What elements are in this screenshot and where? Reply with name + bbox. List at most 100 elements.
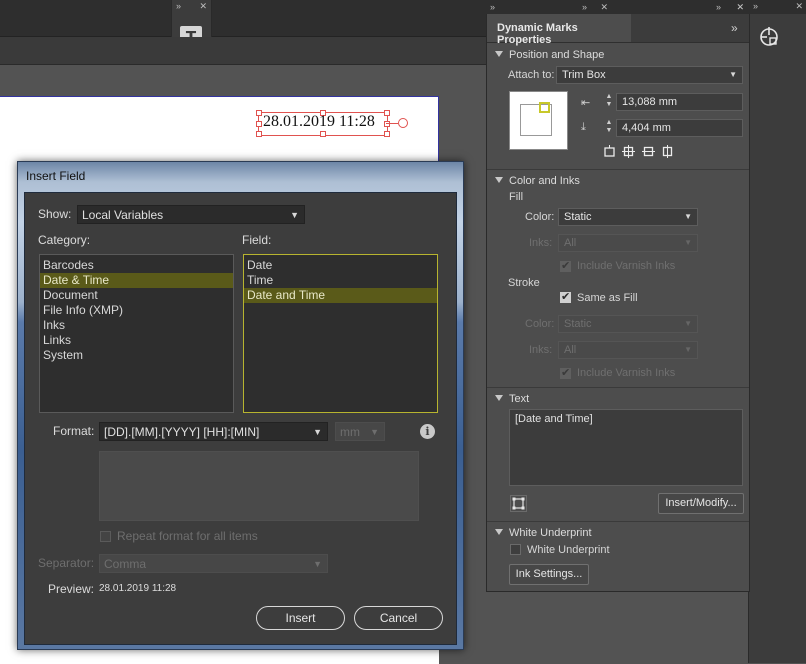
separator-select[interactable]: Comma ▼ bbox=[99, 554, 328, 573]
insert-button[interactable]: Insert bbox=[256, 606, 345, 630]
collapse-icon[interactable]: » bbox=[753, 0, 758, 12]
panel-menu-icon[interactable]: » bbox=[731, 21, 738, 35]
close-icon[interactable]: ✕ bbox=[736, 0, 744, 14]
white-underprint-checkbox[interactable] bbox=[510, 544, 521, 555]
format-select-value: [DD].[MM].[YYYY] [HH]:[MIN] bbox=[104, 425, 260, 439]
vertical-offset-icon: ⤓ bbox=[581, 121, 586, 133]
section-divider bbox=[487, 169, 749, 170]
attach-to-select[interactable]: Trim Box ▼ bbox=[556, 66, 743, 84]
fill-inks-value: All bbox=[564, 237, 577, 249]
align-middle-icon[interactable] bbox=[642, 145, 655, 158]
collapse-icon[interactable]: » bbox=[490, 0, 495, 14]
collapse-icon[interactable]: » bbox=[582, 0, 587, 14]
x-offset-stepper[interactable]: ▲ ▼ bbox=[604, 93, 614, 111]
ink-settings-button[interactable]: Ink Settings... bbox=[509, 564, 589, 585]
chevron-down-icon: ▼ bbox=[290, 210, 299, 220]
unit-select-value: mm bbox=[340, 425, 360, 439]
field-item[interactable]: Time bbox=[244, 273, 437, 288]
text-section[interactable]: Text bbox=[495, 393, 529, 405]
color-inks-section[interactable]: Color and Inks bbox=[495, 175, 580, 187]
field-list[interactable]: Date Time Date and Time bbox=[243, 254, 438, 413]
align-left-icon[interactable] bbox=[603, 145, 616, 158]
chevron-down-icon bbox=[495, 51, 503, 57]
show-select[interactable]: Local Variables ▼ bbox=[77, 205, 305, 224]
collapse-icon[interactable]: » bbox=[176, 0, 181, 12]
frame-anchor-icon[interactable] bbox=[398, 118, 408, 128]
chevron-down-icon: ▼ bbox=[684, 212, 692, 221]
chevron-down-icon: ▼ bbox=[313, 427, 322, 437]
color-inks-title: Color and Inks bbox=[509, 175, 580, 187]
position-shape-section[interactable]: Position and Shape bbox=[495, 49, 604, 61]
category-list[interactable]: Barcodes Date & Time Document File Info (XM… bbox=[39, 254, 234, 413]
category-item[interactable]: System bbox=[40, 348, 233, 363]
insert-modify-button[interactable]: Insert/Modify... bbox=[658, 493, 744, 514]
category-item[interactable]: Inks bbox=[40, 318, 233, 333]
stroke-label: Stroke bbox=[508, 277, 540, 289]
y-offset-stepper[interactable]: ▲ ▼ bbox=[604, 119, 614, 137]
horizontal-offset-icon: ⇤ bbox=[581, 97, 591, 109]
align-right-icon[interactable] bbox=[661, 145, 674, 158]
info-icon[interactable]: i bbox=[420, 424, 435, 439]
category-item[interactable]: Document bbox=[40, 288, 233, 303]
crosshair-gear-icon[interactable] bbox=[757, 25, 781, 49]
mark-position-indicator bbox=[539, 102, 550, 113]
x-offset-field[interactable]: 13,088 mm bbox=[616, 93, 743, 111]
field-item[interactable]: Date and Time bbox=[244, 288, 437, 303]
show-label: Show: bbox=[38, 207, 72, 221]
panel-dock-controls-mid: » ✕ bbox=[578, 0, 612, 14]
chevron-down-icon bbox=[495, 177, 503, 183]
close-icon[interactable]: ✕ bbox=[199, 0, 207, 12]
stroke-inks-value: All bbox=[564, 344, 577, 356]
same-as-fill-checkbox[interactable] bbox=[560, 290, 571, 303]
category-item[interactable]: Barcodes bbox=[40, 258, 233, 273]
fill-inks-select[interactable]: All ▼ bbox=[558, 234, 698, 252]
field-item[interactable]: Date bbox=[244, 258, 437, 273]
document-date-text: 28.01.2019 11:28 bbox=[263, 113, 375, 130]
stroke-varnish-label: Include Varnish Inks bbox=[577, 367, 676, 379]
white-underprint-title: White Underprint bbox=[509, 527, 592, 539]
frame-handle[interactable] bbox=[384, 110, 390, 116]
format-select[interactable]: [DD].[MM].[YYYY] [HH]:[MIN] ▼ bbox=[99, 422, 328, 441]
separator-label: Separator: bbox=[38, 556, 95, 570]
frame-handle[interactable] bbox=[256, 121, 262, 127]
close-icon[interactable]: ✕ bbox=[795, 0, 803, 12]
y-offset-field[interactable]: 4,404 mm bbox=[616, 119, 743, 137]
dialog-body: Show: Local Variables ▼ Category: Field:… bbox=[24, 192, 457, 645]
insert-field-dialog: Insert Field Show: Local Variables ▼ Cat… bbox=[17, 161, 464, 650]
text-frame-settings-icon[interactable] bbox=[510, 495, 527, 512]
fill-varnish-label: Include Varnish Inks bbox=[577, 260, 676, 272]
anchor-position-preview[interactable] bbox=[509, 91, 568, 150]
frame-handle[interactable] bbox=[320, 131, 326, 137]
stroke-color-value: Static bbox=[564, 318, 592, 330]
close-icon[interactable]: ✕ bbox=[600, 0, 608, 14]
chevron-down-icon: ▼ bbox=[684, 345, 692, 354]
category-item[interactable]: Date & Time bbox=[40, 273, 233, 288]
category-item[interactable]: File Info (XMP) bbox=[40, 303, 233, 318]
cancel-button[interactable]: Cancel bbox=[354, 606, 443, 630]
category-item[interactable]: Links bbox=[40, 333, 233, 348]
frame-link-line bbox=[386, 123, 398, 124]
fill-varnish-checkbox[interactable] bbox=[560, 259, 571, 272]
separator-select-value: Comma bbox=[104, 557, 147, 571]
white-underprint-section[interactable]: White Underprint bbox=[495, 527, 592, 539]
collapse-icon[interactable]: » bbox=[716, 0, 721, 14]
fill-color-select[interactable]: Static ▼ bbox=[558, 208, 698, 226]
frame-handle[interactable] bbox=[256, 131, 262, 137]
section-divider bbox=[487, 387, 749, 388]
unit-select[interactable]: mm ▼ bbox=[335, 422, 385, 441]
preview-label: Preview: bbox=[48, 582, 95, 596]
chevron-down-icon bbox=[495, 395, 503, 401]
align-center-icon[interactable] bbox=[622, 145, 635, 158]
text-content-field[interactable]: [Date and Time] bbox=[509, 409, 743, 486]
chevron-down-icon: ▼ bbox=[370, 427, 379, 437]
dialog-title: Insert Field bbox=[26, 169, 86, 183]
stroke-color-select[interactable]: Static ▼ bbox=[558, 315, 698, 333]
stroke-inks-select[interactable]: All ▼ bbox=[558, 341, 698, 359]
frame-handle[interactable] bbox=[384, 121, 390, 127]
fill-color-value: Static bbox=[564, 211, 592, 223]
frame-handle[interactable] bbox=[256, 110, 262, 116]
stroke-varnish-checkbox[interactable] bbox=[560, 366, 571, 379]
repeat-format-checkbox[interactable] bbox=[100, 531, 111, 542]
tab-dynamic-marks-properties[interactable]: Dynamic Marks Properties bbox=[487, 14, 631, 46]
frame-handle[interactable] bbox=[384, 131, 390, 137]
